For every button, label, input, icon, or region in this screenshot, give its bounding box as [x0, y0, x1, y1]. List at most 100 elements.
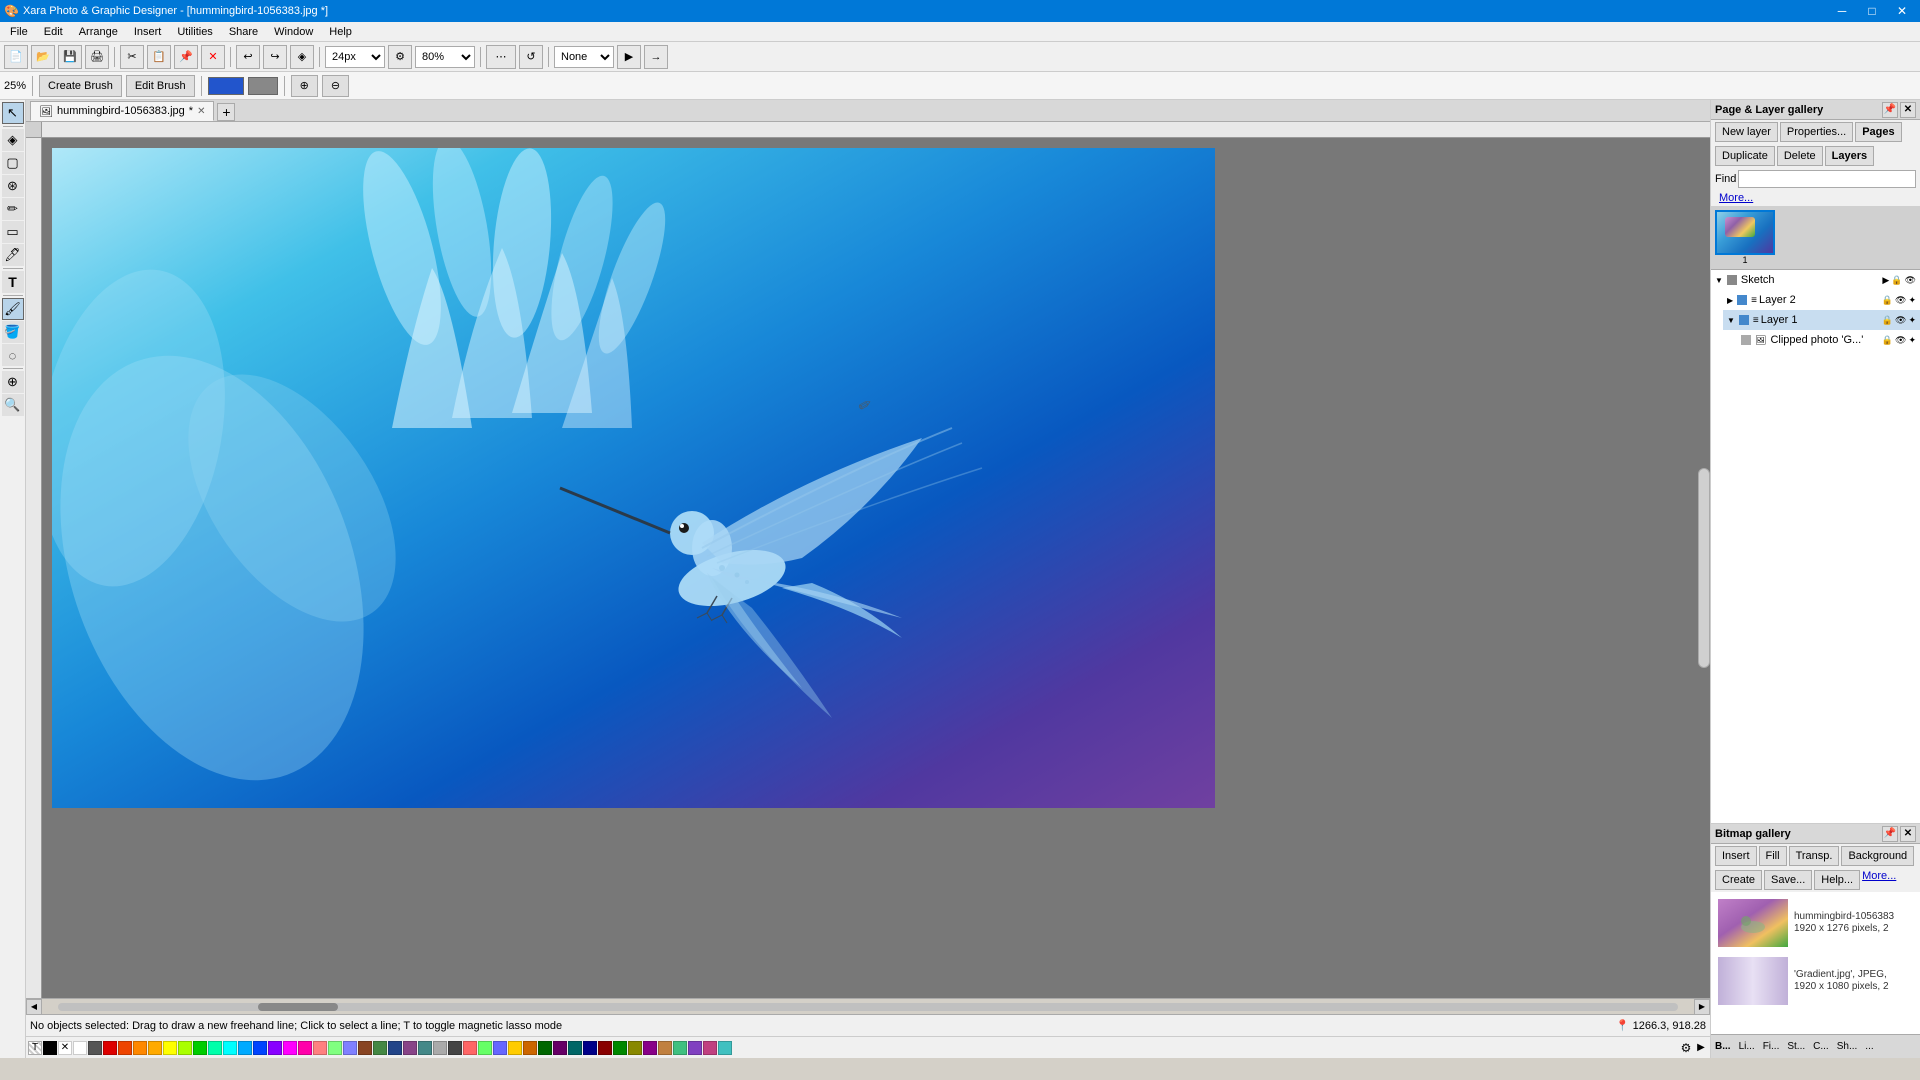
new-layer-button[interactable]: New layer — [1715, 122, 1778, 142]
menu-utilities[interactable]: Utilities — [169, 22, 220, 41]
delete-layer-button[interactable]: Delete — [1777, 146, 1823, 166]
shape-tool[interactable]: ▭ — [2, 221, 24, 243]
contour-tool[interactable]: ▢ — [2, 152, 24, 174]
menu-file[interactable]: File — [2, 22, 36, 41]
red-orange-swatch[interactable] — [118, 1041, 132, 1055]
select-tool[interactable]: ↖ — [2, 102, 24, 124]
dark-gray-swatch[interactable] — [88, 1041, 102, 1055]
magenta-swatch[interactable] — [283, 1041, 297, 1055]
bg-more-link[interactable]: More... — [1862, 870, 1896, 890]
zoom-tool[interactable]: 🔍 — [2, 394, 24, 416]
fill-button[interactable]: Fill — [1759, 846, 1787, 866]
brush-tool[interactable]: 🖌 — [2, 298, 24, 320]
mint-swatch[interactable] — [208, 1041, 222, 1055]
copy-button[interactable]: 📋 — [147, 45, 171, 69]
properties-button[interactable]: Properties... — [1780, 122, 1853, 142]
layer2-visibility[interactable]: 👁 — [1895, 295, 1906, 306]
layer2-row[interactable]: ≡ Layer 2 🔒 👁 ✦ — [1723, 290, 1920, 310]
layer1-row[interactable]: ≡ Layer 1 🔒 👁 ✦ — [1723, 310, 1920, 330]
insert-button[interactable]: Insert — [1715, 846, 1757, 866]
duplicate-button[interactable]: Duplicate — [1715, 146, 1775, 166]
clipped-photo-lock[interactable]: 🔒 — [1882, 335, 1893, 346]
layer1-expand-icon[interactable] — [1727, 316, 1735, 325]
ctx-icon-2[interactable]: ⊖ — [322, 75, 349, 97]
dark-teal-swatch[interactable] — [568, 1041, 582, 1055]
salmon-swatch[interactable] — [463, 1041, 477, 1055]
print-button[interactable]: 🖨 — [85, 45, 109, 69]
blend-tool[interactable]: ⊛ — [2, 175, 24, 197]
tab-close-button[interactable]: ✕ — [197, 106, 205, 117]
green-swatch[interactable] — [193, 1041, 207, 1055]
hscroll-left[interactable]: ◀ — [26, 999, 42, 1015]
dark-green-swatch[interactable] — [538, 1041, 552, 1055]
gray-swatch[interactable] — [433, 1041, 447, 1055]
hscroll-thumb[interactable] — [258, 1003, 338, 1011]
violet-swatch[interactable] — [268, 1041, 282, 1055]
undo-button[interactable]: ↩ — [236, 45, 260, 69]
menu-insert[interactable]: Insert — [126, 22, 170, 41]
red-swatch[interactable] — [103, 1041, 117, 1055]
clone-tool[interactable]: ⊕ — [2, 371, 24, 393]
canvas-main[interactable]: ✏ — [42, 138, 1710, 998]
new-tab-button[interactable]: + — [217, 103, 235, 121]
palette-options[interactable]: ⚙ — [1679, 1041, 1693, 1055]
brown-swatch[interactable] — [358, 1041, 372, 1055]
save-button[interactable]: 💾 — [58, 45, 82, 69]
layer2-lock[interactable]: 🔒 — [1882, 295, 1893, 306]
amber-swatch[interactable] — [148, 1041, 162, 1055]
maximize-button[interactable]: □ — [1858, 1, 1886, 21]
clipped-photo-row[interactable]: 🖼 Clipped photo 'G...' 🔒 👁 ✦ — [1711, 330, 1920, 350]
menu-edit[interactable]: Edit — [36, 22, 71, 41]
reset-button[interactable]: ↺ — [519, 45, 543, 69]
menu-window[interactable]: Window — [266, 22, 321, 41]
layers-button[interactable]: Layers — [1825, 146, 1874, 166]
dark-forest-swatch[interactable] — [613, 1041, 627, 1055]
zoom-select[interactable]: 80%50%100%200% — [415, 46, 475, 68]
navy-swatch[interactable] — [388, 1041, 402, 1055]
dark-navy-swatch[interactable] — [583, 1041, 597, 1055]
hscroll-track[interactable] — [58, 1003, 1678, 1011]
bitmap-item-hummingbird[interactable]: hummingbird-1056383 1920 x 1276 pixels, … — [1715, 896, 1916, 950]
new-button[interactable]: 📄 — [4, 45, 28, 69]
plg-pin-button[interactable]: 📌 — [1882, 102, 1898, 118]
stroke-tab[interactable]: St... — [1783, 1041, 1809, 1052]
background-button[interactable]: Background — [1841, 846, 1914, 866]
close-button[interactable]: ✕ — [1888, 1, 1916, 21]
cyan-swatch[interactable] — [223, 1041, 237, 1055]
light-blue-swatch[interactable] — [343, 1041, 357, 1055]
sketch-expand-icon[interactable] — [1715, 276, 1723, 285]
color-tab[interactable]: C... — [1809, 1041, 1833, 1052]
layer2-expand-icon[interactable] — [1727, 296, 1733, 305]
vscroll-thumb[interactable] — [1698, 468, 1710, 668]
cornflower-swatch[interactable] — [493, 1041, 507, 1055]
color-swatch-2[interactable] — [248, 77, 278, 95]
lime-swatch[interactable] — [478, 1041, 492, 1055]
bg-help-button[interactable]: Help... — [1814, 870, 1860, 890]
fill-tool[interactable]: 🪣 — [2, 321, 24, 343]
node-tool[interactable]: ◈ — [2, 129, 24, 151]
gold-swatch[interactable] — [508, 1041, 522, 1055]
more-link[interactable]: More... — [1719, 192, 1753, 204]
bg-save-button[interactable]: Save... — [1764, 870, 1812, 890]
sketch-lock[interactable]: 🔒 — [1891, 275, 1902, 286]
seafoam-swatch[interactable] — [673, 1041, 687, 1055]
light-red-swatch[interactable] — [313, 1041, 327, 1055]
page-1-thumb[interactable] — [1715, 210, 1775, 255]
library-tab[interactable]: Li... — [1735, 1041, 1759, 1052]
bitmap-tab[interactable]: B... — [1711, 1041, 1735, 1052]
delete-button[interactable]: ✕ — [201, 45, 225, 69]
tan-swatch[interactable] — [658, 1041, 672, 1055]
sketch-visibility[interactable]: 👁 — [1905, 275, 1916, 286]
aqua-swatch[interactable] — [718, 1041, 732, 1055]
transparent-swatch[interactable]: T — [28, 1041, 42, 1055]
plg-close-button[interactable]: ✕ — [1900, 102, 1916, 118]
teal-swatch[interactable] — [418, 1041, 432, 1055]
quality-button[interactable]: ◈ — [290, 45, 314, 69]
bitmap-item-gradient[interactable]: 'Gradient.jpg', JPEG, 1920 x 1080 pixels… — [1715, 954, 1916, 1008]
open-button[interactable]: 📂 — [31, 45, 55, 69]
paste-button[interactable]: 📌 — [174, 45, 198, 69]
minimize-button[interactable]: ─ — [1828, 1, 1856, 21]
fill-tab[interactable]: Fi... — [1759, 1041, 1784, 1052]
redo-button[interactable]: ↪ — [263, 45, 287, 69]
rose-swatch[interactable] — [703, 1041, 717, 1055]
